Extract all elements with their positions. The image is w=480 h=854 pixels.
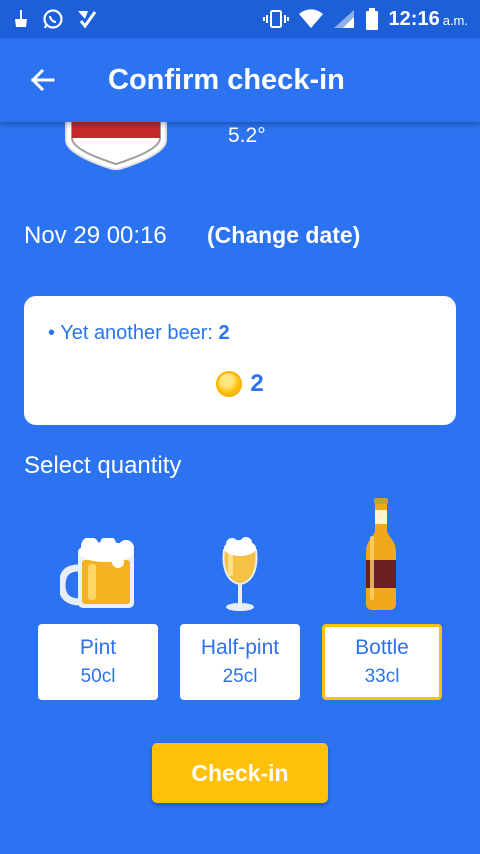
wifi-icon	[298, 9, 323, 28]
coin-icon	[216, 371, 243, 397]
page-title: Confirm check-in	[108, 63, 345, 96]
quantity-name: Half-pint	[200, 636, 280, 659]
rewards-card: • Yet another beer: 2 2	[24, 296, 456, 425]
status-time: 12:16	[388, 7, 440, 30]
beer-mug-icon	[60, 538, 134, 608]
quantity-name: Pint	[79, 636, 117, 659]
reward-item-label: • Yet another beer:	[48, 322, 219, 344]
quantity-option-half-pint[interactable]: Half-pint 25cl	[180, 624, 300, 700]
checkin-button[interactable]: Check-in	[152, 743, 328, 803]
arrow-left-icon	[30, 68, 55, 92]
broom-icon	[15, 10, 27, 27]
vibrate-icon	[262, 10, 289, 28]
quantity-option-bottle[interactable]: Bottle 33cl	[322, 624, 442, 700]
reward-item: • Yet another beer: 2	[48, 322, 230, 345]
change-date-link[interactable]: (Change date)	[207, 222, 360, 249]
quantity-option-pint[interactable]: Pint 50cl	[38, 624, 158, 700]
reward-item-value: 2	[218, 322, 230, 344]
check-app-icon	[78, 11, 97, 29]
coins-value: 2	[250, 370, 264, 397]
status-bar: 12:16 a.m.	[0, 0, 480, 38]
coins-earned: 2	[24, 370, 456, 398]
signal-icon	[333, 10, 354, 28]
back-button[interactable]	[22, 60, 62, 100]
quantity-volume: 50cl	[80, 666, 116, 687]
checkin-date: Nov 29 00:16	[24, 222, 167, 249]
whatsapp-icon	[43, 9, 63, 29]
select-quantity-label: Select quantity	[24, 452, 182, 479]
app-bar: Confirm check-in	[0, 38, 480, 122]
beer-glass-icon	[222, 537, 258, 611]
beer-bottle-icon	[366, 498, 396, 610]
quantity-volume: 33cl	[364, 666, 400, 687]
quantity-volume: 25cl	[222, 666, 258, 687]
beer-abv: 5.2°	[228, 124, 266, 147]
status-ampm: a.m.	[442, 12, 468, 28]
quantity-name: Bottle	[355, 636, 409, 659]
battery-icon	[365, 8, 378, 30]
